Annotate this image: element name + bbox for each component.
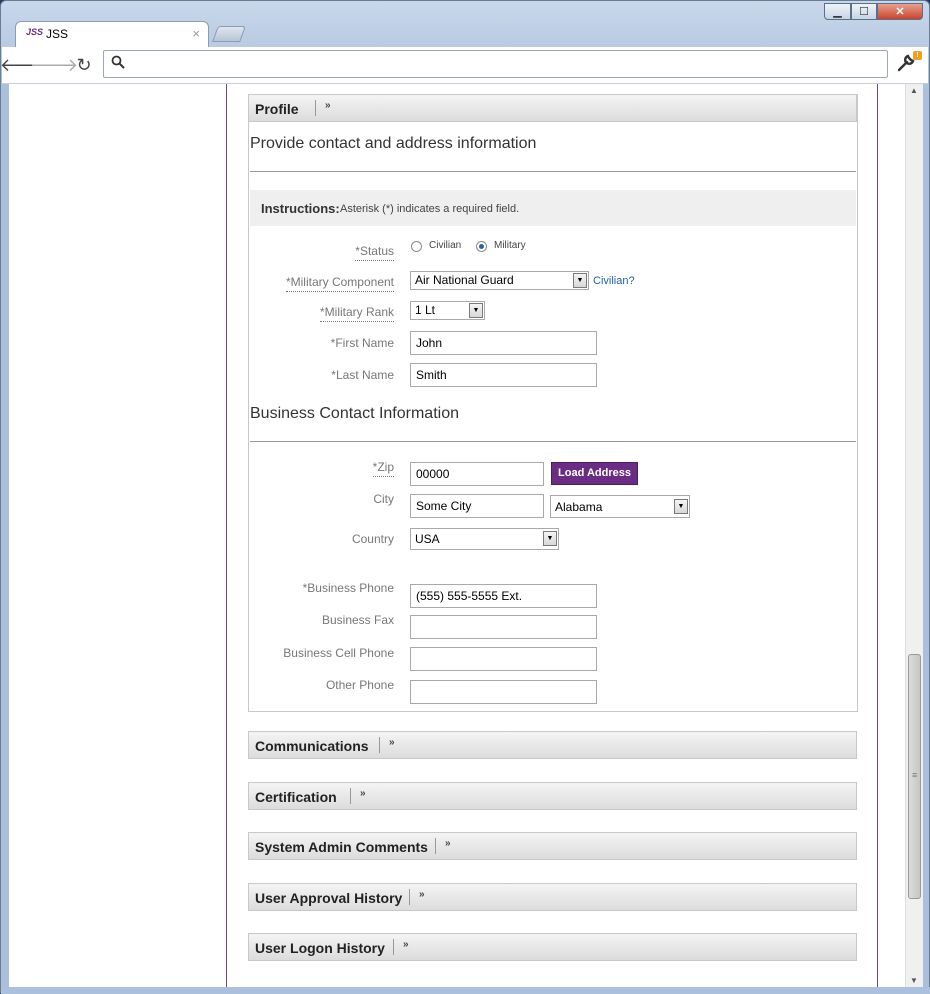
civilian-link[interactable]: Civilian? <box>593 275 635 287</box>
profile-heading: Provide contact and address information <box>250 135 537 152</box>
section-label: User Approval History <box>255 890 403 906</box>
chevron-down-icon: ▼ <box>674 499 688 514</box>
zip-input[interactable]: 00000 <box>410 462 544 486</box>
business-fax-input[interactable] <box>410 615 597 639</box>
city-label: City <box>373 492 394 506</box>
section-label: User Logon History <box>255 940 385 956</box>
browser-toolbar: 🡐 🡒 ↻ ! <box>0 47 928 84</box>
right-column-divider <box>877 84 878 987</box>
military-rank-label: *Military Rank <box>194 305 394 322</box>
jss-favicon-icon: JSS <box>26 27 44 37</box>
close-window-button[interactable]: ✕ <box>877 3 923 20</box>
state-value: Alabama <box>555 500 603 514</box>
address-bar[interactable] <box>103 50 888 78</box>
zip-label: *Zip <box>194 460 394 477</box>
instructions-text: Asterisk (*) indicates a required field. <box>340 203 520 215</box>
header-separator <box>315 100 316 116</box>
user-logon-history-section-header[interactable]: User Logon History » <box>248 933 857 961</box>
military-component-value: Air National Guard <box>415 273 514 287</box>
status-military-label: Military <box>494 240 526 251</box>
divider <box>250 441 856 442</box>
military-component-label: *Military Component <box>194 275 394 292</box>
other-phone-input[interactable] <box>410 680 597 704</box>
reload-icon[interactable]: ↻ <box>72 53 96 77</box>
business-cell-input[interactable] <box>410 647 597 671</box>
business-phone-input[interactable]: (555) 555-5555 Ext. <box>410 584 597 608</box>
state-select[interactable]: Alabama ▼ <box>550 495 690 518</box>
country-label: Country <box>351 532 394 546</box>
business-contact-heading: Business Contact Information <box>250 405 459 422</box>
scroll-up-icon[interactable]: ▲ <box>910 86 918 95</box>
scroll-down-icon[interactable]: ▼ <box>910 976 918 985</box>
system-admin-comments-section-header[interactable]: System Admin Comments » <box>248 832 857 860</box>
first-name-label: *First Name <box>330 336 394 350</box>
header-separator <box>393 939 394 955</box>
communications-section-header[interactable]: Communications » <box>248 731 857 759</box>
instructions-label: Instructions: <box>261 201 340 216</box>
chevron-down-icon[interactable]: » <box>325 100 331 111</box>
section-label: Profile <box>255 101 299 117</box>
header-separator <box>379 737 380 753</box>
status-civilian-radio[interactable] <box>411 241 422 252</box>
business-cell-label: Business Cell Phone <box>283 646 394 660</box>
military-component-select[interactable]: Air National Guard ▼ <box>410 271 589 290</box>
chevron-down-icon: ▼ <box>543 531 557 546</box>
divider <box>250 171 856 172</box>
certification-section-header[interactable]: Certification » <box>248 782 857 810</box>
status-military-radio[interactable] <box>476 241 487 252</box>
new-tab-button[interactable] <box>212 26 246 42</box>
military-rank-select[interactable]: 1 Lt ▼ <box>410 301 485 320</box>
military-rank-value: 1 Lt <box>415 303 436 317</box>
business-fax-label: Business Fax <box>321 613 394 627</box>
country-value: USA <box>415 532 440 546</box>
chevron-down-icon[interactable]: » <box>403 939 409 950</box>
maximize-button[interactable]: ☐ <box>851 3 877 20</box>
status-civilian-label: Civilian <box>429 240 462 251</box>
header-separator <box>409 889 410 905</box>
vertical-scrollbar[interactable]: ▲ ≡ ▼ <box>905 84 923 987</box>
chevron-down-icon[interactable]: » <box>419 889 425 900</box>
last-name-label: *Last Name <box>331 368 394 382</box>
forward-arrow-icon[interactable]: 🡒 <box>30 53 78 77</box>
section-label: Certification <box>255 789 337 805</box>
first-name-input[interactable]: John <box>410 331 597 355</box>
browser-tab[interactable]: JSS JSS × <box>15 21 209 47</box>
scrollbar-thumb[interactable]: ≡ <box>908 654 921 899</box>
update-badge: ! <box>913 51 922 60</box>
user-approval-history-section-header[interactable]: User Approval History » <box>248 883 857 911</box>
header-separator <box>435 838 436 854</box>
browser-window: ▁ ☐ ✕ JSS JSS × 🡐 🡒 ↻ ! Profile » Provid… <box>0 0 930 994</box>
instructions-bar: Instructions: Asterisk (*) indicates a r… <box>250 190 856 226</box>
other-phone-label: Other Phone <box>325 678 394 692</box>
chevron-down-icon: ▼ <box>573 273 587 288</box>
status-label: *Status <box>194 244 394 261</box>
chevron-down-icon[interactable]: » <box>445 838 451 849</box>
profile-section-header[interactable]: Profile » <box>248 94 857 122</box>
chevron-down-icon[interactable]: » <box>389 737 395 748</box>
search-icon <box>111 55 125 72</box>
grip-icon: ≡ <box>912 770 918 780</box>
section-label: System Admin Comments <box>255 839 428 855</box>
last-name-input[interactable]: Smith <box>410 363 597 387</box>
window-controls: ▁ ☐ ✕ <box>824 3 923 20</box>
wrench-menu-icon[interactable]: ! <box>896 51 922 75</box>
page-viewport: Profile » Provide contact and address in… <box>9 84 905 987</box>
city-input[interactable]: Some City <box>410 494 544 518</box>
tab-close-icon[interactable]: × <box>192 26 200 41</box>
header-separator <box>350 788 351 804</box>
chevron-down-icon: ▼ <box>469 303 483 318</box>
chevron-down-icon[interactable]: » <box>360 788 366 799</box>
minimize-button[interactable]: ▁ <box>824 3 851 20</box>
load-address-button[interactable]: Load Address <box>551 462 638 485</box>
country-select[interactable]: USA ▼ <box>410 528 559 550</box>
business-phone-label: *Business Phone <box>302 581 394 595</box>
section-label: Communications <box>255 738 369 754</box>
tab-title: JSS <box>46 27 69 41</box>
